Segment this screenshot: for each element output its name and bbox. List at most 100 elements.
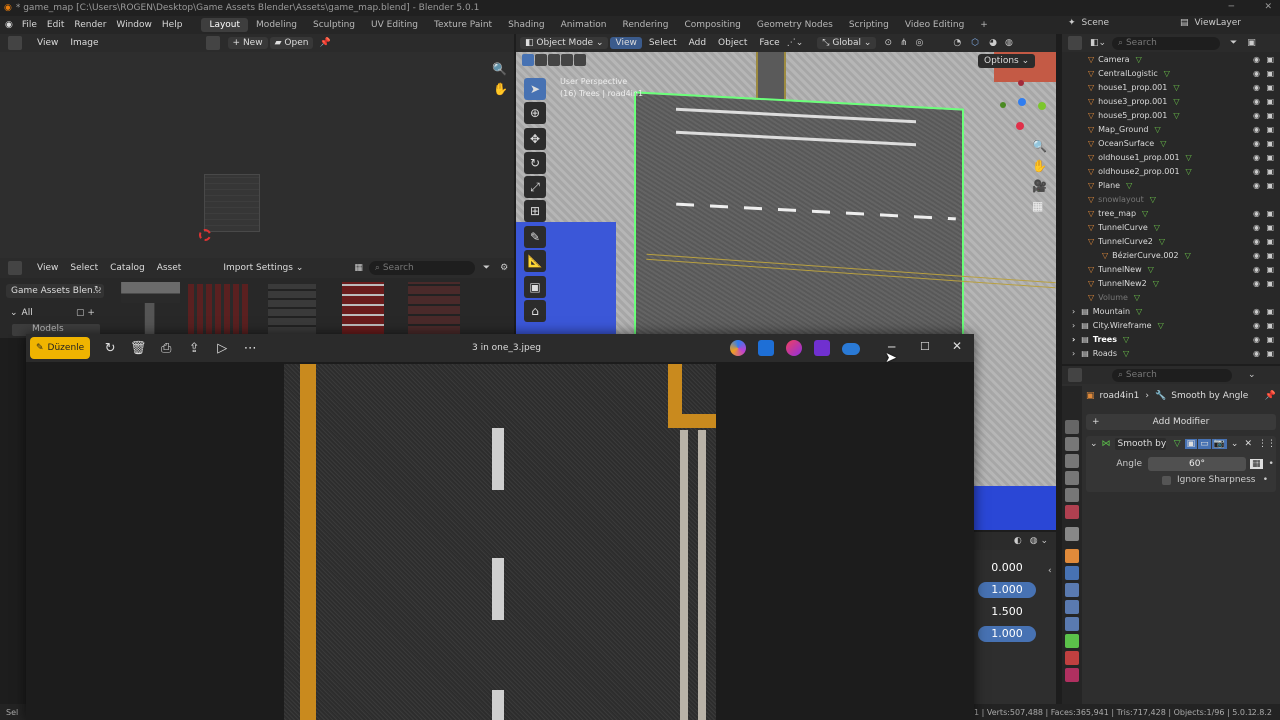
viewport-object-menu[interactable]: Object [713,37,752,49]
navigation-gizmo[interactable] [994,78,1050,134]
visibility-eye-icon[interactable]: ◉ [1253,139,1260,148]
outliner-item[interactable]: ▽ oldhouse2_prop.001 ▽ ◉ ▣ [1062,164,1280,178]
select-box-icon[interactable] [522,54,534,66]
tool-add-cube[interactable]: ▣ [524,276,546,298]
workspace-tab-layout[interactable]: Layout [201,18,249,32]
tool-select[interactable]: ➤ [524,78,546,100]
outliner-item[interactable]: ▽ snowlayout ▽ [1062,192,1280,206]
outliner-item[interactable]: ▽ house3_prop.001 ▽ ◉ ▣ [1062,94,1280,108]
asset-menu[interactable]: Asset [152,262,187,274]
sidebar-collapse-icon[interactable]: ‹ [1048,566,1052,576]
close-icon[interactable]: ✕ [952,339,962,353]
gizmo-neg-x[interactable] [1018,80,1024,86]
modifier-tab-icon[interactable] [1065,566,1079,580]
workspace-tab-compositing[interactable]: Compositing [676,18,748,32]
orientation-dropdown[interactable]: ⤡ Global ⌄ [817,37,877,49]
edit-button[interactable]: ✎ Düzenle [30,337,91,359]
output-tab-icon[interactable] [1065,454,1079,468]
menu-render[interactable]: Render [69,20,111,30]
render-camera-icon[interactable]: ▣ [1266,237,1274,246]
particles-tab-icon[interactable] [1065,583,1079,597]
render-camera-icon[interactable]: ▣ [1266,97,1274,106]
material-tab-icon[interactable] [1065,651,1079,665]
object-mode-dropdown[interactable]: ◧ Object Mode ⌄ [520,37,609,49]
editmode-toggle-icon[interactable]: ▣ [1184,439,1198,449]
expand-icon[interactable]: › [1072,335,1075,344]
expand-icon[interactable]: › [1072,349,1075,358]
pan-hand-icon[interactable]: ✋ [1032,156,1047,176]
paint-icon[interactable] [786,340,802,356]
image-menu[interactable]: Image [65,37,103,49]
render-camera-icon[interactable]: ▣ [1266,69,1274,78]
slideshow-button[interactable]: ▷ [208,336,236,360]
transform-value-field[interactable]: 0.000 [978,560,1036,576]
zoom-icon[interactable]: 🔍 [1032,136,1047,156]
tool-rotate[interactable]: ↻ [524,152,546,174]
ignore-sharpness-checkbox[interactable] [1162,475,1171,485]
asset-select-menu[interactable]: Select [65,262,103,274]
visibility-eye-icon[interactable]: ◉ [1253,125,1260,134]
editor-type-icon[interactable] [8,261,22,275]
menu-file[interactable]: File [17,20,42,30]
select-intersect-icon[interactable] [574,54,586,66]
pin-icon[interactable]: 📌 [319,38,330,48]
new-image-button[interactable]: + New [227,37,268,49]
visibility-eye-icon[interactable]: ◉ [1253,279,1260,288]
render-camera-icon[interactable]: ▣ [1266,279,1274,288]
keyframe-dot-icon[interactable]: • [1263,475,1268,485]
close-window-icon[interactable]: ✕ [1264,2,1272,12]
tool-extra[interactable]: ⌂ [524,300,546,322]
shading-rendered-icon[interactable]: ◍ [1005,38,1013,48]
image-browse-icon[interactable] [205,36,220,50]
workspace-tab-modeling[interactable]: Modeling [248,18,305,32]
render-camera-icon[interactable]: ▣ [1266,223,1274,232]
asset-thumbnail-building-2[interactable] [268,284,316,334]
modifier-name[interactable]: Smooth by ... [1114,438,1166,450]
maximize-icon[interactable]: ☐ [920,340,930,353]
outliner-search-input[interactable]: ⌕ Search [1112,36,1221,50]
view-layer-tab-icon[interactable] [1065,471,1079,485]
add-modifier-button[interactable]: + Add Modifier [1086,414,1276,430]
render-camera-icon[interactable]: ▣ [1266,167,1274,176]
cursor-2d-icon[interactable] [199,229,211,241]
tool-move[interactable]: ✥ [524,128,546,150]
visibility-eye-icon[interactable]: ◉ [1253,55,1260,64]
outliner-item[interactable]: ▽ tree_map ▽ ◉ ▣ [1062,206,1280,220]
visibility-eye-icon[interactable]: ◉ [1253,153,1260,162]
drag-handle-icon[interactable]: ⋮⋮ [1258,439,1276,449]
view-menu[interactable]: View [32,37,63,49]
outliner-item[interactable]: ▽ TunnelNew2 ▽ ◉ ▣ [1062,276,1280,290]
render-camera-icon[interactable]: ▣ [1266,83,1274,92]
tool-annotate[interactable]: ✎ [524,226,546,248]
viewlayer-selector[interactable]: ▤ ViewLayer [1180,18,1241,28]
visibility-eye-icon[interactable]: ◉ [1253,363,1260,365]
pin-icon[interactable]: 📌 [1265,391,1276,401]
pan-hand-icon[interactable]: ✋ [493,82,508,96]
visibility-eye-icon[interactable]: ◉ [1253,181,1260,190]
outliner-item[interactable]: ▽ TunnelCurve2 ▽ ◉ ▣ [1062,234,1280,248]
visibility-eye-icon[interactable]: ◉ [1253,321,1260,330]
catalog-add-icon[interactable]: ▢ + [76,308,95,318]
shading-solid-icon[interactable]: ◕ [989,38,997,48]
render-camera-icon[interactable]: ▣ [1266,181,1274,190]
asset-thumbnail-building-3[interactable] [342,282,384,334]
gizmo-icon[interactable]: ⬡ [971,38,979,48]
transform-value-field[interactable]: 1.000 [978,582,1036,598]
panel-settings-icon[interactable]: ◍ ⌄ [1030,536,1048,546]
gizmo-x-axis[interactable] [1016,122,1024,130]
asset-search-input[interactable]: ⌕ Search [368,261,475,275]
expand-icon[interactable]: › [1072,307,1075,316]
asset-library-selector[interactable]: Game Assets Blen... [6,284,104,298]
scene-selector[interactable]: ✦ Scene [1068,18,1109,28]
tool-scale[interactable]: ⤢ [524,176,546,198]
share-button[interactable]: ⇪ [180,336,208,360]
select-invert-icon[interactable] [561,54,573,66]
import-settings-dropdown[interactable]: Import Settings ⌄ [218,262,308,274]
panel-toggle-icon[interactable]: ◐ [1014,536,1022,546]
visibility-eye-icon[interactable]: ◉ [1253,167,1260,176]
visibility-eye-icon[interactable]: ◉ [1253,349,1260,358]
outliner-item[interactable]: ▽ Plane ▽ ◉ ▣ [1062,178,1280,192]
tool-measure[interactable]: 📐 [524,250,546,272]
outliner-item[interactable]: ▽ TunnelCurve ▽ ◉ ▣ [1062,220,1280,234]
outliner-item[interactable]: ▽ oldhouse1_prop.001 ▽ ◉ ▣ [1062,150,1280,164]
